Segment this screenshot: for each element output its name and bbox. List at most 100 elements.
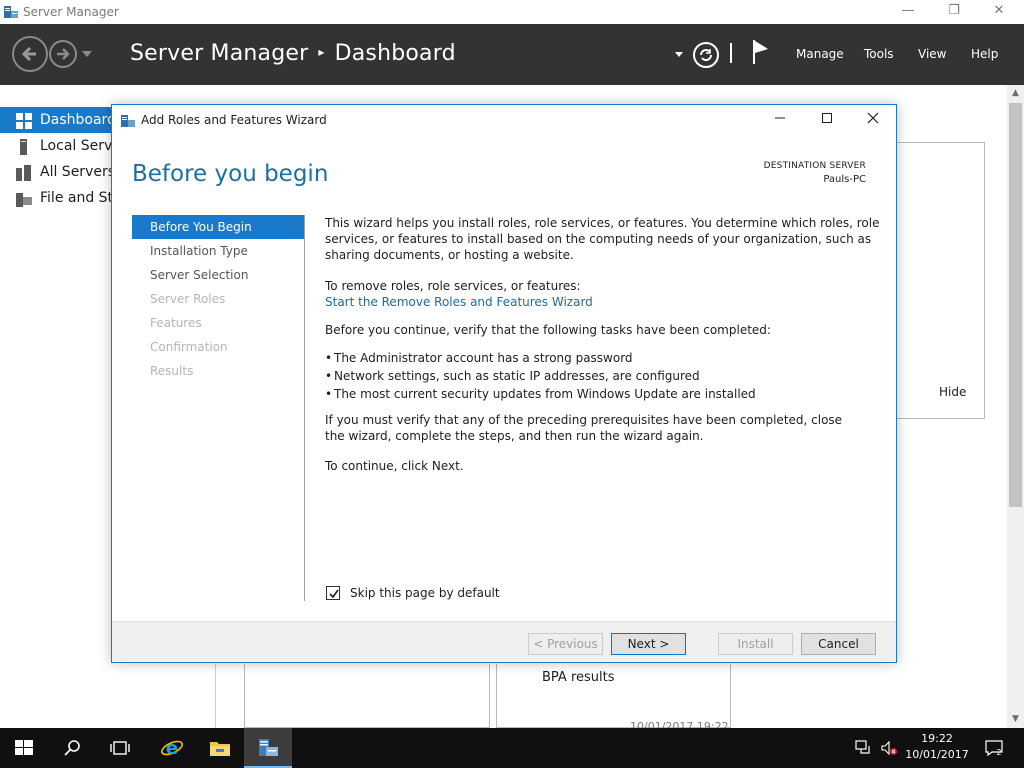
verify-text: Before you continue, verify that the fol…	[325, 323, 771, 337]
next-button[interactable]: Next >	[611, 633, 686, 655]
forward-button[interactable]	[49, 40, 77, 68]
header-divider	[730, 43, 732, 63]
intro-text: This wizard helps you install roles, rol…	[325, 216, 880, 262]
step-server-roles: Server Roles	[150, 292, 226, 306]
sidebar-item-label: Dashboard	[40, 112, 111, 128]
sidebar-item-label: Local Server	[40, 138, 111, 154]
prerequisite-note: If you must verify that any of the prece…	[325, 413, 843, 443]
step-results: Results	[150, 364, 194, 378]
step-before-you-begin[interactable]: Before You Begin	[132, 215, 304, 239]
install-button[interactable]: Install	[718, 633, 793, 655]
back-arrow-icon	[21, 46, 36, 62]
server-manager-icon	[259, 739, 278, 756]
bpa-results-label[interactable]: BPA results	[542, 670, 615, 685]
wizard-steps: Before You Begin Installation Type Serve…	[132, 215, 304, 383]
minimize-icon	[775, 117, 785, 119]
list-item-text: The most current security updates from W…	[334, 387, 756, 401]
internet-explorer-taskbar-button[interactable]: e	[148, 728, 196, 768]
prerequisite-list: • The Administrator account has a strong …	[325, 349, 756, 403]
hide-link[interactable]: Hide	[939, 385, 966, 399]
volume-muted-icon[interactable]	[880, 740, 898, 756]
bullet-icon: •	[325, 351, 333, 365]
skip-page-checkbox[interactable]	[326, 586, 340, 600]
wizard-close-button[interactable]	[850, 109, 896, 131]
breadcrumb-separator: ▸	[318, 45, 325, 59]
taskbar-clock[interactable]: 19:22 10/01/2017	[902, 731, 972, 763]
welcome-panel	[896, 142, 985, 419]
step-confirmation: Confirmation	[150, 340, 228, 354]
sidebar-item-all-servers[interactable]: All Servers	[0, 159, 111, 185]
sidebar-item-file-storage[interactable]: File and Storage Services	[0, 185, 111, 211]
bullet-icon: •	[325, 369, 333, 383]
notifications-flag-icon[interactable]	[752, 39, 770, 65]
sm-minimize-button[interactable]: —	[885, 0, 931, 24]
sm-restore-button[interactable]: ❐	[931, 0, 977, 24]
scroll-down-icon[interactable]: ▼	[1007, 711, 1024, 728]
sm-header: Server Manager ▸ Dashboard Manage Tools Vi…	[0, 24, 1024, 85]
cancel-button[interactable]: Cancel	[801, 633, 876, 655]
wizard-titlebar[interactable]: Add Roles and Features Wizard	[112, 105, 896, 135]
remove-roles-wizard-link[interactable]: Start the Remove Roles and Features Wiza…	[325, 294, 593, 310]
network-icon[interactable]	[855, 740, 873, 756]
step-server-selection[interactable]: Server Selection	[132, 263, 304, 287]
search-button[interactable]	[48, 728, 96, 768]
vertical-scrollbar[interactable]: ▲ ▼	[1007, 85, 1024, 728]
list-item: • Network settings, such as static IP add…	[325, 367, 756, 385]
skip-page-label[interactable]: Skip this page by default	[350, 585, 500, 601]
list-item-text: The Administrator account has a strong p…	[334, 351, 633, 365]
file-storage-icon	[16, 190, 32, 207]
dashboard-icon	[16, 112, 32, 129]
sm-close-button[interactable]: ✕	[976, 0, 1022, 24]
sm-titlebar: Server Manager — ❐ ✕	[0, 0, 1024, 24]
tools-menu[interactable]: Tools	[864, 47, 894, 61]
wizard-title: Add Roles and Features Wizard	[141, 113, 327, 127]
step-features: Features	[150, 316, 202, 330]
server-manager-taskbar-button[interactable]	[244, 728, 292, 768]
back-button[interactable]	[12, 36, 48, 72]
file-explorer-taskbar-button[interactable]	[196, 728, 244, 768]
sidebar-item-local-server[interactable]: Local Server	[0, 133, 111, 159]
remove-roles-label: To remove roles, role services, or featu…	[325, 279, 581, 293]
svg-text:e: e	[166, 738, 178, 759]
bullet-icon: •	[325, 387, 333, 401]
sm-sidebar: Dashboard Local Server All Servers File …	[0, 107, 111, 211]
wizard-footer: < Previous Next > Install Cancel	[112, 621, 896, 662]
manage-menu[interactable]: Manage	[796, 47, 844, 61]
continue-text: To continue, click Next.	[325, 459, 464, 473]
start-button[interactable]	[0, 728, 48, 768]
taskbar: e 19:22 10/01/2017 2	[0, 728, 1024, 768]
step-installation-type[interactable]: Installation Type	[132, 239, 304, 263]
task-view-button[interactable]	[96, 728, 144, 768]
tile-timestamp: 10/01/2017 19:22	[630, 720, 729, 728]
history-dropdown-icon[interactable]	[82, 51, 92, 57]
close-icon	[867, 112, 879, 124]
previous-button[interactable]: < Previous	[528, 633, 603, 655]
destination-server-value: Pauls-PC	[823, 174, 866, 185]
add-roles-wizard-dialog: Add Roles and Features Wizard Before you…	[111, 104, 897, 663]
view-menu[interactable]: View	[918, 47, 946, 61]
refresh-dropdown-icon[interactable]	[675, 52, 683, 57]
sidebar-item-dashboard[interactable]: Dashboard	[0, 107, 111, 133]
clock-time: 19:22	[921, 732, 953, 745]
list-item-text: Network settings, such as static IP addr…	[334, 369, 700, 383]
refresh-icon[interactable]	[692, 41, 720, 69]
scroll-up-icon[interactable]: ▲	[1007, 85, 1024, 102]
page-title: Before you begin	[132, 161, 329, 187]
windows-logo-icon	[15, 740, 33, 755]
wizard-minimize-button[interactable]	[757, 109, 803, 131]
local-server-icon	[16, 138, 32, 155]
help-menu[interactable]: Help	[971, 47, 998, 61]
sidebar-item-label: All Servers	[40, 164, 111, 180]
destination-server-label: DESTINATION SERVER	[763, 161, 866, 171]
wizard-maximize-button[interactable]	[804, 109, 850, 131]
breadcrumb-root[interactable]: Server Manager	[130, 41, 308, 66]
sm-nav-divider	[215, 664, 216, 728]
server-manager-app-icon	[3, 4, 19, 20]
forward-arrow-icon	[57, 48, 70, 60]
breadcrumb-current: Dashboard	[334, 41, 456, 66]
breadcrumb: Server Manager ▸ Dashboard	[130, 41, 456, 66]
task-view-icon	[110, 741, 130, 755]
search-icon	[64, 740, 80, 756]
wizard-app-icon	[120, 113, 136, 129]
scroll-thumb[interactable]	[1009, 103, 1022, 507]
